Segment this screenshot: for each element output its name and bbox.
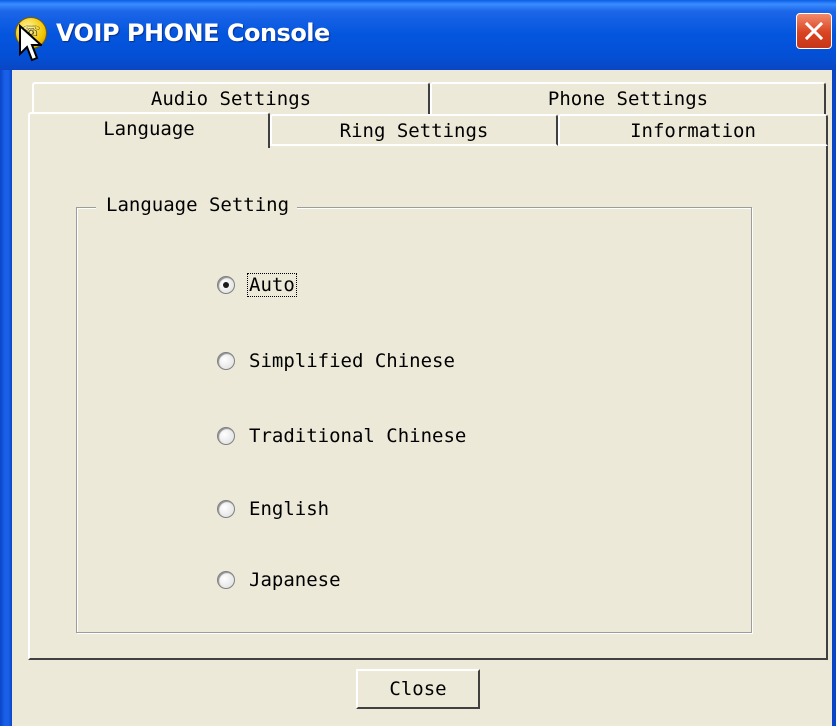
window-close-button[interactable]	[796, 13, 832, 49]
voip-phone-console-window: ☏ VOIP PHONE Console Audio Settings Phon…	[0, 0, 836, 726]
radio-label: Simplified Chinese	[249, 350, 455, 372]
tab-label: Audio Settings	[150, 88, 312, 110]
mouse-cursor-icon	[19, 24, 42, 62]
radio-japanese[interactable]: Japanese	[217, 567, 342, 593]
window-frame-right	[832, 70, 836, 726]
tab-label: Information	[630, 120, 756, 142]
tab-label: Ring Settings	[339, 120, 489, 142]
tab-language[interactable]: Language	[28, 112, 270, 148]
tab-label: Language	[103, 118, 195, 140]
radio-button[interactable]	[217, 500, 235, 518]
close-icon	[804, 21, 824, 41]
radio-button[interactable]	[217, 352, 235, 370]
radio-label: English	[249, 498, 330, 520]
radio-simplified-chinese[interactable]: Simplified Chinese	[217, 348, 456, 374]
language-setting-groupbox	[76, 207, 752, 633]
tab-label: Phone Settings	[547, 88, 709, 110]
groupbox-label: Language Setting	[96, 194, 298, 216]
radio-button[interactable]	[217, 276, 235, 294]
radio-english[interactable]: English	[217, 496, 330, 522]
radio-label: Traditional Chinese	[249, 425, 467, 447]
window-frame-left	[0, 70, 12, 726]
radio-label: Japanese	[249, 569, 341, 591]
close-button[interactable]: Close	[356, 669, 480, 709]
tab-phone-settings[interactable]: Phone Settings	[430, 82, 826, 118]
title-bar[interactable]: ☏ VOIP PHONE Console	[0, 0, 836, 70]
tab-ring-settings[interactable]: Ring Settings	[270, 114, 558, 146]
radio-label: Auto	[247, 273, 297, 297]
radio-button[interactable]	[217, 571, 235, 589]
radio-auto[interactable]: Auto	[217, 272, 297, 298]
radio-button[interactable]	[217, 427, 235, 445]
window-title: VOIP PHONE Console	[56, 19, 330, 47]
radio-traditional-chinese[interactable]: Traditional Chinese	[217, 423, 467, 449]
tab-information[interactable]: Information	[558, 114, 828, 146]
